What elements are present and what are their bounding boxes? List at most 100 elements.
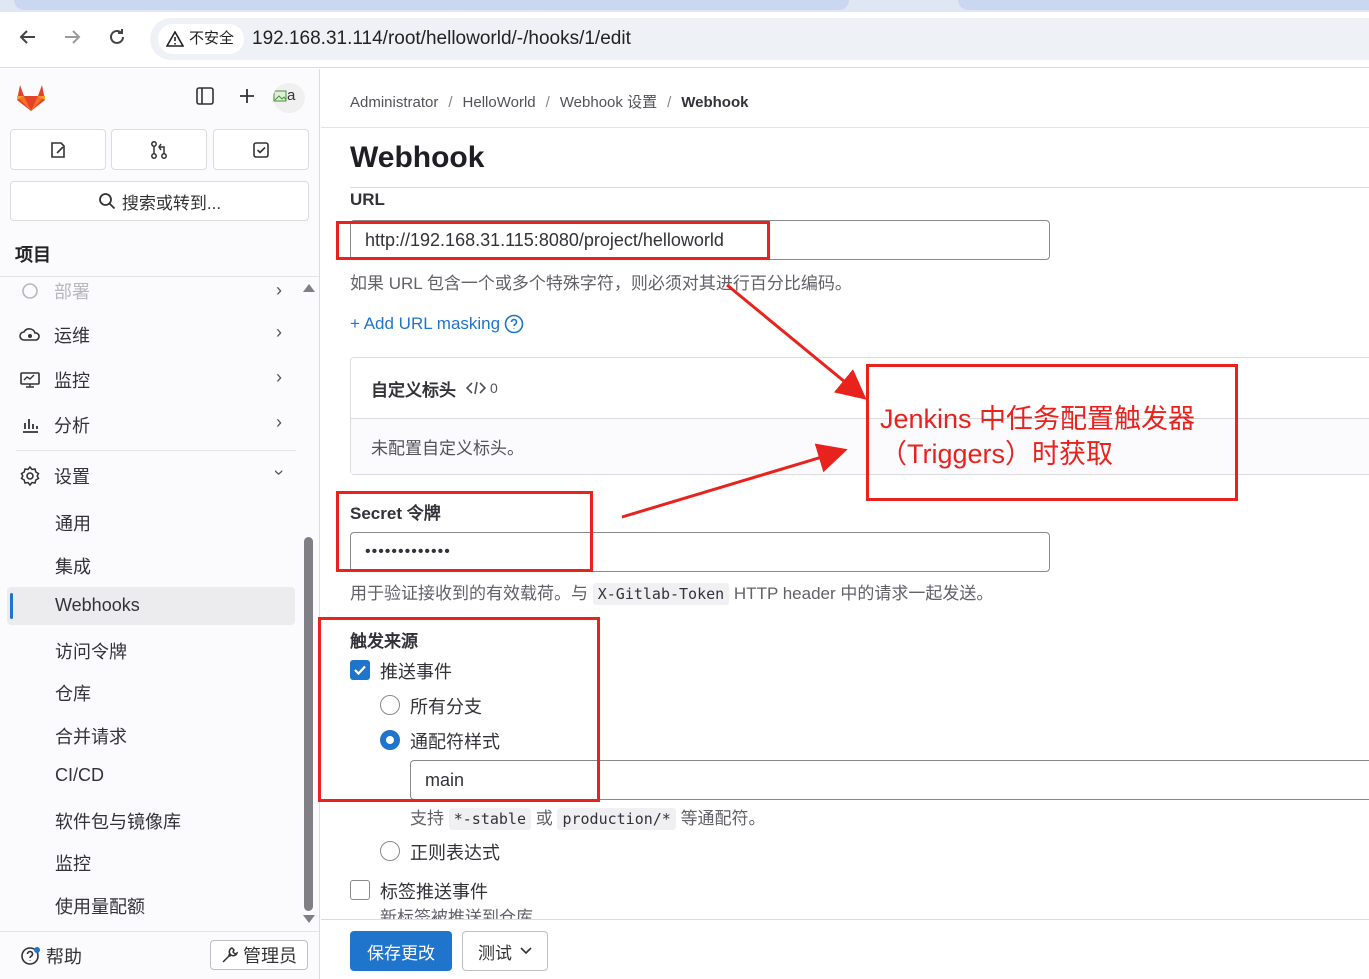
browser-tab[interactable] [14,0,849,10]
help-button[interactable]: 帮助 [20,943,82,969]
search-icon [99,193,116,210]
url-text[interactable]: 192.168.31.114/root/helloworld/-/hooks/1… [252,28,631,50]
save-button[interactable]: 保存更改 [350,931,452,971]
wildcard-help-code: production/* [557,808,676,830]
merge-requests-button[interactable] [111,129,207,170]
avatar[interactable]: a [273,83,305,113]
sidebar-item-deploy[interactable]: 部署 › [16,280,296,302]
sidebar-item-analyze[interactable]: 分析 › [16,407,296,443]
url-help-text: 如果 URL 包含一个或多个特殊字符，则必须对其进行百分比编码。 [350,274,852,293]
scrollbar[interactable] [304,537,313,911]
annotation-text: Jenkins 中任务配置触发器 （Triggers）时获取 [880,402,1230,472]
todo-icon [253,141,269,158]
address-bar[interactable]: 不安全 192.168.31.114/root/helloworld/-/hoo… [150,18,1369,60]
sidebar-subitem-monitor[interactable]: 监控 [55,850,91,876]
annotation-box-url [336,221,770,260]
custom-headers-count-value: 0 [490,380,498,396]
chevron-down-icon: › [269,469,290,476]
admin-label: 管理员 [243,946,297,966]
test-label: 测试 [478,943,512,963]
chart-icon [16,413,44,437]
sidebar-header: a [0,69,320,127]
scroll-down-arrow[interactable] [303,915,315,923]
sidebar-subitem-cicd[interactable]: CI/CD [55,765,104,786]
wildcard-help-code: *-stable [448,808,531,830]
back-icon[interactable] [14,26,42,54]
regex-label[interactable]: 正则表达式 [410,839,500,865]
add-url-masking-link[interactable]: + Add URL masking [350,314,524,334]
secret-help-post: HTTP header 中的请求一起发送。 [733,584,994,603]
merge-request-icon [151,140,167,159]
tag-push-help-text: 新标签被推送到仓库。 [380,908,550,919]
browser-tab[interactable] [958,0,1369,10]
breadcrumb-item[interactable]: Webhook 设置 [560,94,657,111]
divider [321,127,1369,128]
sidebar-toggle-icon[interactable] [193,86,217,110]
secret-help-pre: 用于验证接收到的有效载荷。与 [350,584,588,603]
section-title: 项目 [15,245,51,265]
question-icon[interactable] [504,314,524,334]
secret-help-text: 用于验证接收到的有效载荷。与 X-Gitlab-Token HTTP heade… [350,579,994,605]
wildcard-help-text: 支持 *-stable 或 production/* 等通配符。 [410,804,766,830]
browser-tab-strip [0,0,1369,12]
sidebar-subitem-usage-quotas[interactable]: 使用量配额 [55,893,145,919]
annotation-box-secret [336,491,593,572]
breadcrumb-item[interactable]: Administrator [350,94,438,111]
wildcard-help-mid: 或 [535,809,553,828]
sidebar-subitem-packages[interactable]: 软件包与镜像库 [55,808,181,834]
divider [0,276,319,277]
chevron-right-icon: › [276,367,282,387]
rocket-icon [16,280,44,302]
todos-button[interactable] [213,129,309,170]
annotation-line: Jenkins 中任务配置触发器 [880,404,1196,434]
sidebar-item-operate[interactable]: 运维 › [16,317,296,353]
insecure-label: 不安全 [189,30,235,47]
test-dropdown-button[interactable]: 测试 [462,931,548,971]
regex-radio[interactable] [380,841,400,861]
add-url-masking-label: + Add URL masking [350,314,501,333]
sidebar-item-label: 部署 [54,282,90,302]
sidebar-subitem-integrations[interactable]: 集成 [55,553,91,579]
security-indicator[interactable]: 不安全 [158,24,245,54]
tag-push-checkbox[interactable] [350,880,370,900]
gitlab-logo-icon[interactable] [14,81,48,118]
active-item-highlight [7,587,295,625]
custom-headers-title: 自定义标头 [371,380,456,400]
breadcrumb: Administrator / HelloWorld / Webhook 设置 / Webh… [350,91,748,112]
reload-icon[interactable] [103,26,131,54]
search-label: 搜索或转到... [121,193,222,213]
issues-icon [51,141,65,158]
sidebar-subitem-merge-requests[interactable]: 合并请求 [55,723,127,749]
chevron-down-icon [520,947,532,955]
plus-icon[interactable] [235,86,259,110]
sidebar-subitem-general[interactable]: 通用 [55,510,91,536]
breadcrumb-separator: / [667,94,672,111]
gear-icon [16,464,44,488]
help-label: 帮助 [46,947,82,967]
chevron-right-icon: › [276,322,282,342]
browser-toolbar: 不安全 192.168.31.114/root/helloworld/-/hoo… [0,12,1369,68]
divider [321,919,1369,920]
tag-push-label[interactable]: 标签推送事件 [380,878,488,904]
sidebar-item-monitor[interactable]: 监控 › [16,362,296,398]
forward-icon[interactable] [58,26,86,54]
sidebar-item-settings[interactable]: 设置 › [16,458,296,494]
sidebar: a 搜索或转到... 项目 部署 › 运维 › 监控 › 分析 › 设置 › 通… [0,69,320,979]
monitor-icon [16,368,44,392]
search-button[interactable]: 搜索或转到... [10,181,309,221]
breadcrumb-current[interactable]: Webhook [681,94,748,111]
issues-button[interactable] [10,129,106,170]
divider [16,450,296,451]
breadcrumb-item[interactable]: HelloWorld [463,94,536,111]
chevron-right-icon: › [276,280,282,300]
active-item-indicator [10,593,13,619]
sidebar-subitem-access-tokens[interactable]: 访问令牌 [55,638,127,664]
scroll-up-arrow[interactable] [303,284,315,292]
sidebar-item-label: 运维 [54,326,90,346]
breadcrumb-separator: / [448,94,453,111]
admin-button[interactable]: 管理员 [210,940,308,970]
sidebar-subitem-webhooks[interactable]: Webhooks [55,595,140,616]
wildcard-help-pre: 支持 [410,809,444,828]
sidebar-subitem-repository[interactable]: 仓库 [55,680,91,706]
avatar-text: a [287,87,296,104]
